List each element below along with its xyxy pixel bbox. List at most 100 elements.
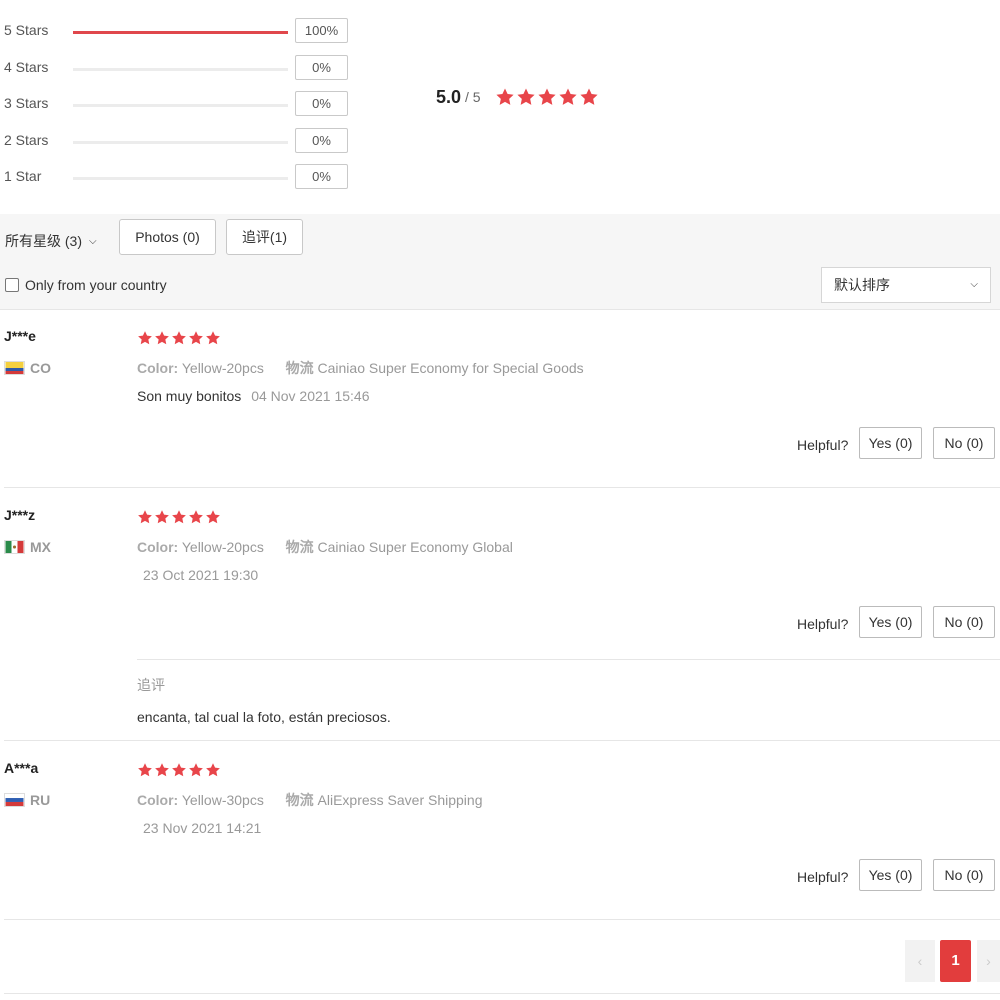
average-value: 5.0 xyxy=(436,86,462,107)
distribution-bar xyxy=(73,31,288,34)
star-icon xyxy=(155,331,169,345)
star-icon xyxy=(172,510,186,524)
star-icon xyxy=(138,763,152,777)
review-date: 04 Nov 2021 15:46 xyxy=(251,388,370,404)
pagination-next-button[interactable]: › xyxy=(977,940,1000,982)
sort-label: 默认排序 xyxy=(834,277,890,293)
photos-filter-button[interactable]: Photos (0) xyxy=(119,219,216,255)
reviewer-name: A***a xyxy=(4,760,39,776)
distribution-bar xyxy=(73,141,288,144)
country-filter-label: Only from your country xyxy=(25,277,167,293)
country-code: CO xyxy=(30,360,51,376)
pagination-page-current[interactable]: 1 xyxy=(940,940,971,982)
star-filter-dropdown[interactable]: 所有星级 (3) ⌵ xyxy=(5,231,97,251)
star-icon xyxy=(496,88,514,105)
logistics-value: Cainiao Super Economy for Special Goods xyxy=(317,360,584,376)
star-icon xyxy=(206,763,220,777)
logistics-value: Cainiao Super Economy Global xyxy=(317,539,513,555)
additional-review-title: 追评 xyxy=(137,677,165,693)
distribution-percent: 100% xyxy=(295,18,348,43)
filter-bar: 所有星级 (3) ⌵ Photos (0) 追评(1) Only from yo… xyxy=(0,214,1000,310)
star-icon xyxy=(189,331,203,345)
distribution-bar xyxy=(73,177,288,180)
helpful-yes-button[interactable]: Yes (0) xyxy=(859,859,922,891)
additional-review-filter-button[interactable]: 追评(1) xyxy=(226,219,303,255)
color-value: Yellow-20pcs xyxy=(181,360,264,376)
review-body: 23 Nov 2021 14:21 xyxy=(137,820,261,836)
review-meta: Color: Yellow-20pcs 物流 Cainiao Super Eco… xyxy=(137,358,584,378)
average-rating: 5.0 / 5 xyxy=(436,84,599,110)
review-meta: Color: Yellow-20pcs 物流 Cainiao Super Eco… xyxy=(137,537,513,557)
star-filter-label: 所有星级 (3) xyxy=(5,233,82,249)
review-body: Son muy bonitos 04 Nov 2021 15:46 xyxy=(137,388,370,404)
distribution-percent: 0% xyxy=(295,55,348,80)
star-icon xyxy=(172,331,186,345)
review-body: 23 Oct 2021 19:30 xyxy=(137,567,258,583)
distribution-row-2[interactable]: 2 Stars 0% xyxy=(4,128,349,154)
flag-ru-icon xyxy=(4,793,25,807)
average-stars xyxy=(495,87,599,107)
helpful-no-button[interactable]: No (0) xyxy=(933,859,995,891)
distribution-bar xyxy=(73,104,288,107)
divider xyxy=(4,740,1000,741)
distribution-label: 3 Stars xyxy=(4,95,49,111)
country-code: MX xyxy=(30,539,51,555)
flag-mx-icon xyxy=(4,540,25,554)
checkbox-icon[interactable] xyxy=(5,278,19,292)
star-icon xyxy=(517,88,535,105)
star-icon xyxy=(206,331,220,345)
average-max: / 5 xyxy=(465,89,481,105)
star-icon xyxy=(172,763,186,777)
color-key: Color: xyxy=(137,360,179,376)
review-date: 23 Nov 2021 14:21 xyxy=(143,820,262,836)
reviewer-name: J***e xyxy=(4,328,36,344)
country-filter[interactable]: Only from your country xyxy=(5,277,167,293)
logistics-key: 物流 xyxy=(285,539,314,555)
chevron-down-icon: ⌵ xyxy=(89,235,97,247)
star-icon xyxy=(206,510,220,524)
reviewer-name: J***z xyxy=(4,507,36,523)
logistics-key: 物流 xyxy=(285,792,314,808)
divider xyxy=(137,659,1000,660)
color-value: Yellow-30pcs xyxy=(181,792,264,808)
helpful-no-button[interactable]: No (0) xyxy=(933,606,995,638)
divider xyxy=(4,487,1000,488)
review-meta: Color: Yellow-30pcs 物流 AliExpress Saver … xyxy=(137,790,483,810)
logistics-value: AliExpress Saver Shipping xyxy=(317,792,483,808)
review-stars xyxy=(137,762,221,778)
country-code: RU xyxy=(30,792,51,808)
reviewer-country: CO xyxy=(4,360,51,376)
sort-dropdown[interactable]: 默认排序 ⌵ xyxy=(821,267,991,303)
color-key: Color: xyxy=(137,539,179,555)
review-item: J***z MX Color: Yellow-20pcs 物流 Cainiao … xyxy=(0,489,1000,741)
pagination-prev-button[interactable]: ‹ xyxy=(905,940,935,982)
rating-summary: 5 Stars 100% 4 Stars 0% 3 Stars 0% 2 Sta… xyxy=(0,0,1000,212)
helpful-yes-button[interactable]: Yes (0) xyxy=(859,427,922,459)
review-stars xyxy=(137,509,221,525)
distribution-row-5[interactable]: 5 Stars 100% xyxy=(4,18,349,44)
review-stars xyxy=(137,330,221,346)
divider xyxy=(4,993,1000,994)
logistics-key: 物流 xyxy=(285,360,314,376)
distribution-row-3[interactable]: 3 Stars 0% xyxy=(4,91,349,117)
distribution-label: 2 Stars xyxy=(4,132,49,148)
divider xyxy=(4,919,1000,920)
distribution-percent: 0% xyxy=(295,91,348,116)
helpful-yes-button[interactable]: Yes (0) xyxy=(859,606,922,638)
star-icon xyxy=(155,763,169,777)
distribution-row-4[interactable]: 4 Stars 0% xyxy=(4,55,349,81)
distribution-label: 5 Stars xyxy=(4,22,49,38)
star-icon xyxy=(138,510,152,524)
helpful-label: Helpful? xyxy=(797,437,849,453)
color-key: Color: xyxy=(137,792,179,808)
star-icon xyxy=(538,88,556,105)
distribution-percent: 0% xyxy=(295,128,348,153)
helpful-no-button[interactable]: No (0) xyxy=(933,427,995,459)
star-icon xyxy=(189,510,203,524)
star-icon xyxy=(580,88,598,105)
flag-co-icon xyxy=(4,361,25,375)
distribution-percent: 0% xyxy=(295,164,348,189)
distribution-row-1[interactable]: 1 Star 0% xyxy=(4,164,349,190)
helpful-label: Helpful? xyxy=(797,869,849,885)
reviewer-country: MX xyxy=(4,539,51,555)
